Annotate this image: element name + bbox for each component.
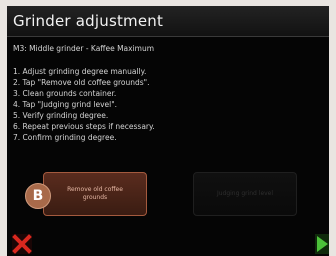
- instruction-list: 1. Adjust grinding degree manually. 2. T…: [13, 66, 155, 143]
- remove-old-coffee-grounds-button[interactable]: Remove old coffee grounds: [43, 172, 147, 216]
- cancel-button[interactable]: [12, 234, 32, 254]
- instruction-step: 7. Confirm grinding degree.: [13, 133, 117, 142]
- judging-grind-level-label: Judging grind level: [216, 190, 274, 197]
- instruction-step: 2. Tap "Remove old coffee grounds".: [13, 78, 150, 87]
- grinder-subtitle: M3: Middle grinder - Kaffee Maximum: [13, 44, 155, 53]
- grinder-adjustment-screen: Grinder adjustment M3: Middle grinder - …: [7, 6, 329, 256]
- cancel-x-icon: [12, 234, 32, 254]
- instruction-step: 6. Repeat previous steps if necessary.: [13, 122, 155, 131]
- page-title: Grinder adjustment: [13, 12, 164, 30]
- instruction-step: 4. Tap "Judging grind level".: [13, 100, 118, 109]
- title-bar: Grinder adjustment: [7, 6, 329, 37]
- instruction-step: 3. Clean grounds container.: [13, 89, 117, 98]
- remove-old-coffee-grounds-label: Remove old coffee grounds: [67, 186, 123, 201]
- instruction-step: 1. Adjust grinding degree manually.: [13, 67, 147, 76]
- callout-marker-b: B: [25, 183, 51, 209]
- instruction-step: 5. Verify grinding degree.: [13, 111, 109, 120]
- judging-grind-level-button[interactable]: Judging grind level: [193, 172, 297, 216]
- play-next-icon: [315, 234, 329, 254]
- next-button[interactable]: [315, 234, 329, 254]
